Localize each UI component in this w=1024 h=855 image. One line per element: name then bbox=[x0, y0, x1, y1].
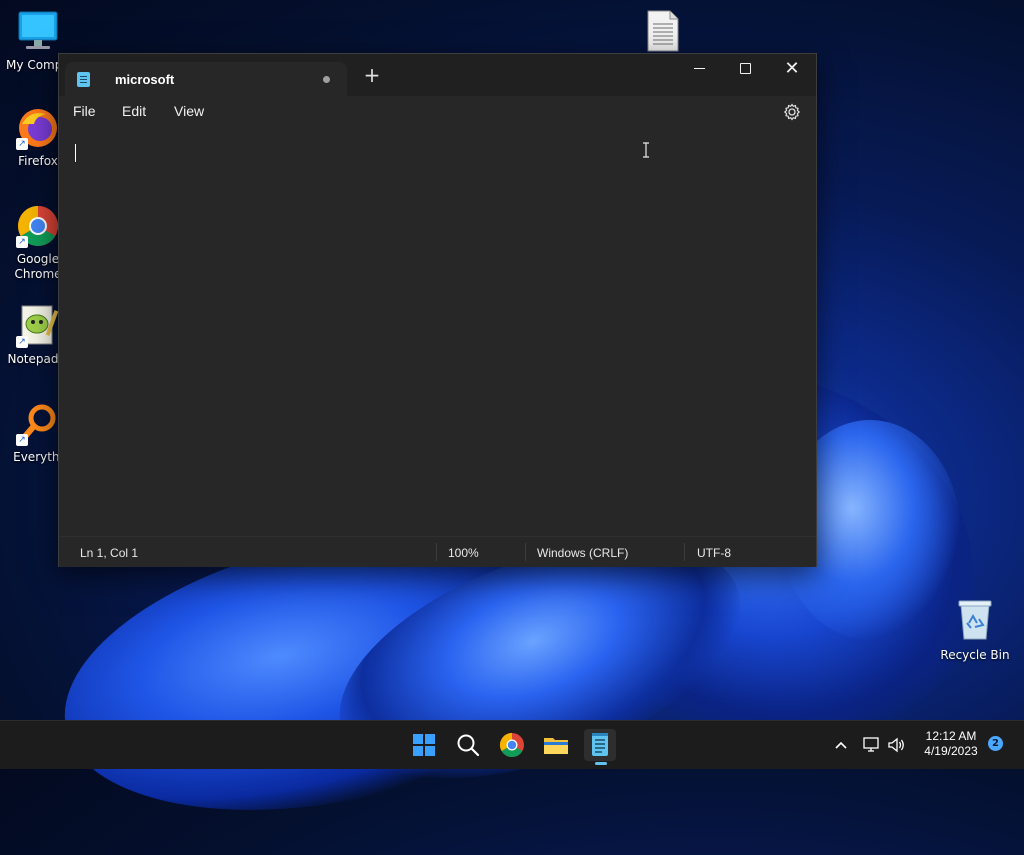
cursor-position: Ln 1, Col 1 bbox=[80, 546, 139, 560]
menu-file[interactable]: File bbox=[73, 103, 96, 119]
desktop-icon-recycle-bin[interactable]: Recycle Bin bbox=[938, 597, 1012, 662]
zoom-level: 100% bbox=[448, 546, 479, 560]
text-caret bbox=[75, 144, 76, 162]
document-icon bbox=[647, 10, 679, 52]
network-icon[interactable] bbox=[862, 736, 882, 754]
menu-bar: File Edit View bbox=[59, 96, 816, 128]
notification-badge[interactable]: 2 bbox=[988, 736, 1003, 751]
notepad-window: microsoft + ✕ File Edit View Ln 1, Col 1… bbox=[58, 53, 817, 567]
taskbar-notepad[interactable] bbox=[584, 729, 616, 765]
shortcut-arrow-icon: ↗ bbox=[16, 336, 28, 348]
line-ending: Windows (CRLF) bbox=[537, 546, 629, 560]
notepad-icon bbox=[77, 72, 90, 87]
clock-date: 4/19/2023 bbox=[924, 744, 978, 758]
tab-title: microsoft bbox=[115, 72, 175, 87]
ibeam-cursor-icon bbox=[643, 142, 649, 158]
file-explorer-icon bbox=[544, 738, 568, 754]
taskbar: 12:12 AM 4/19/2023 bbox=[0, 720, 1024, 769]
everything-search-icon: ↗ bbox=[16, 402, 60, 446]
text-editor-area[interactable] bbox=[59, 128, 816, 536]
menu-edit[interactable]: Edit bbox=[122, 103, 146, 119]
clock[interactable]: 12:12 AM 4/19/2023 bbox=[916, 729, 986, 759]
notepad-plus-plus-icon: ↗ bbox=[16, 304, 60, 348]
status-bar: Ln 1, Col 1 100% Windows (CRLF) UTF-8 bbox=[59, 536, 816, 567]
settings-gear-icon[interactable] bbox=[783, 103, 801, 121]
close-button[interactable]: ✕ bbox=[769, 54, 815, 84]
divider bbox=[684, 543, 685, 561]
recycle-bin-label: Recycle Bin bbox=[940, 648, 1010, 662]
volume-icon[interactable] bbox=[887, 736, 907, 754]
tab-microsoft[interactable]: microsoft bbox=[65, 62, 347, 96]
search-button[interactable] bbox=[452, 729, 484, 761]
computer-icon bbox=[16, 10, 60, 54]
search-icon bbox=[457, 734, 480, 757]
document-file-icon[interactable] bbox=[646, 10, 680, 52]
minimize-button[interactable] bbox=[677, 54, 723, 84]
firefox-icon: ↗ bbox=[16, 106, 60, 150]
recycle-bin-icon bbox=[958, 600, 992, 640]
divider bbox=[436, 543, 437, 561]
taskbar-file-explorer[interactable] bbox=[540, 729, 572, 761]
title-bar[interactable]: microsoft + ✕ bbox=[59, 54, 816, 96]
maximize-button[interactable] bbox=[723, 54, 769, 84]
shortcut-arrow-icon: ↗ bbox=[16, 236, 28, 248]
chrome-icon bbox=[499, 733, 524, 758]
divider bbox=[525, 543, 526, 561]
chrome-icon: ↗ bbox=[16, 204, 60, 248]
shortcut-arrow-icon: ↗ bbox=[16, 434, 28, 446]
clock-time: 12:12 AM bbox=[925, 729, 977, 743]
unsaved-dot-icon[interactable] bbox=[323, 76, 330, 83]
start-button[interactable] bbox=[408, 729, 440, 761]
start-icon bbox=[413, 734, 435, 756]
active-app-indicator bbox=[595, 762, 607, 765]
encoding: UTF-8 bbox=[697, 546, 731, 560]
new-tab-button[interactable]: + bbox=[359, 62, 385, 88]
menu-view[interactable]: View bbox=[174, 103, 204, 119]
chevron-up-icon[interactable] bbox=[833, 737, 849, 753]
taskbar-chrome[interactable] bbox=[496, 729, 528, 761]
notepad-icon bbox=[592, 733, 608, 756]
shortcut-arrow-icon: ↗ bbox=[16, 138, 28, 150]
